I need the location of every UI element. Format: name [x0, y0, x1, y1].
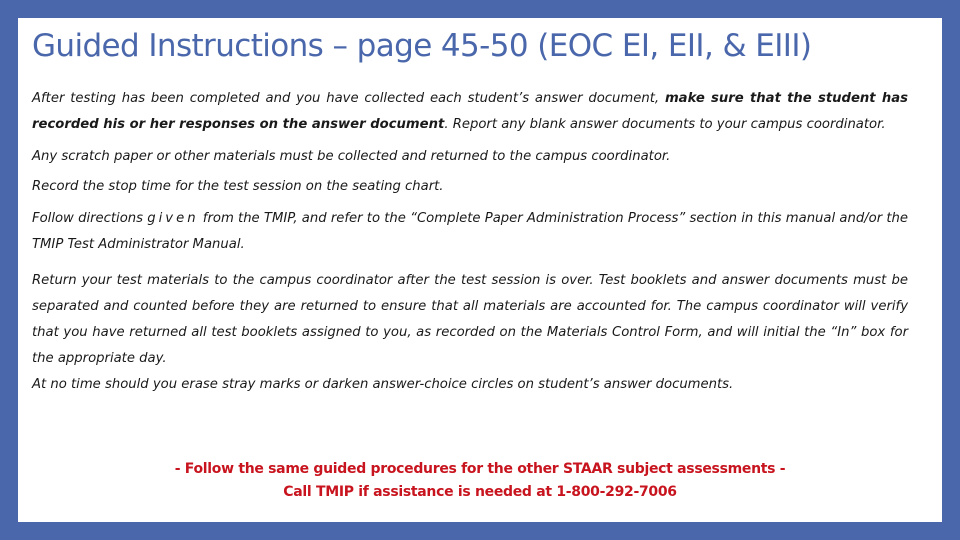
- paragraph-text: . Report any blank answer documents to y…: [444, 117, 886, 132]
- paragraph-text: Follow directions: [32, 211, 148, 226]
- instructions-body: After testing has been completed and you…: [32, 86, 908, 398]
- footer-line-call-tmip: Call TMIP if assistance is needed at 1-8…: [283, 484, 677, 500]
- instruction-paragraph-follow-directions: Follow directions given from the TMIP, a…: [32, 206, 908, 258]
- instruction-paragraph-collect-documents: After testing has been completed and you…: [32, 86, 908, 138]
- footer-notice: - Follow the same guided procedures for …: [18, 458, 942, 504]
- paragraph-text: After testing has been completed and you…: [32, 91, 665, 106]
- instruction-paragraph-return-materials: Return your test materials to the campus…: [32, 273, 908, 366]
- footer-line-procedures: - Follow the same guided procedures for …: [174, 461, 786, 477]
- slide-panel: Guided Instructions – page 45-50 (EOC EI…: [18, 18, 942, 522]
- instruction-paragraph-scratch-paper: Any scratch paper or other materials mus…: [32, 149, 671, 164]
- slide-title: Guided Instructions – page 45-50 (EOC EI…: [32, 28, 812, 64]
- instruction-paragraph-no-erasing: At no time should you erase stray marks …: [32, 377, 734, 392]
- spaced-word: given: [147, 211, 199, 226]
- instruction-paragraph-stop-time: Record the stop time for the test sessio…: [32, 179, 444, 194]
